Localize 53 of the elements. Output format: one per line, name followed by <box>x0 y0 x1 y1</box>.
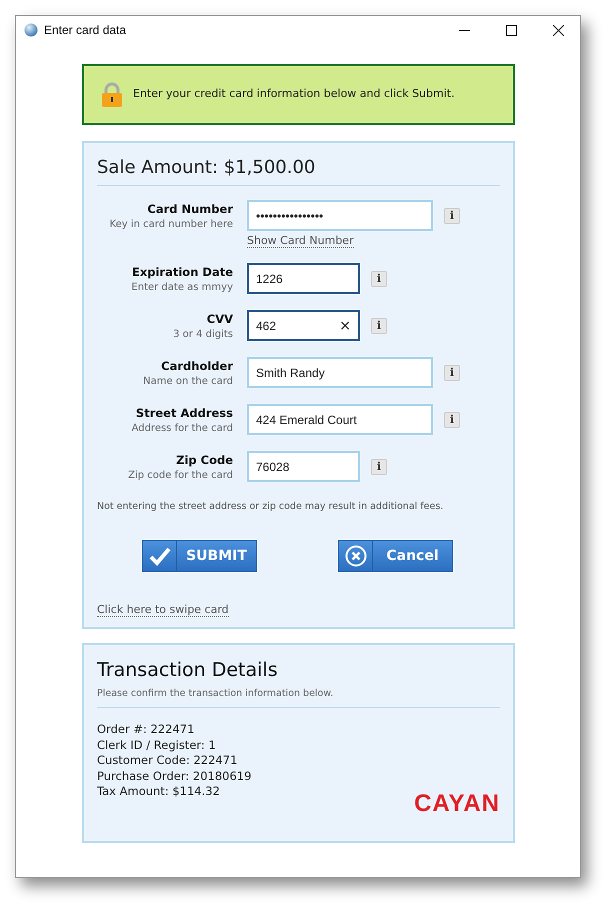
transaction-line: Order #: 222471 <box>97 722 196 738</box>
transaction-line: Clerk ID / Register: 1 <box>97 738 217 754</box>
banner-text: Enter your credit card information below and click Submit. <box>133 86 455 102</box>
close-circle-icon <box>344 545 366 568</box>
maximize-icon[interactable] <box>506 24 517 36</box>
field-label: CVV <box>206 311 233 327</box>
field-hint: Key in card number here <box>110 218 233 232</box>
cancel-button[interactable]: Cancel <box>338 540 453 572</box>
field-value: •••••••••••••••• <box>256 208 324 224</box>
info-button[interactable]: i <box>444 208 460 224</box>
text-field[interactable]: 424 Emerald Court <box>247 404 433 435</box>
field-label: Expiration Date <box>132 264 233 280</box>
transaction-title: Transaction Details <box>97 658 279 683</box>
field-label: Zip Code <box>176 452 233 468</box>
info-button[interactable]: i <box>444 364 460 380</box>
field-hint: Address for the card <box>132 422 233 436</box>
field-value: 76028 <box>256 458 290 476</box>
field-hint: Name on the card <box>143 375 233 389</box>
cayan-logo: CAYAN <box>414 792 500 816</box>
field-value: 1226 <box>256 270 284 288</box>
field-value: 462 <box>256 318 278 334</box>
info-button[interactable]: i <box>371 458 387 474</box>
info-button[interactable]: i <box>444 412 460 428</box>
field-hint: Enter date as mmyy <box>131 281 233 295</box>
field-value: Smith Randy <box>256 364 326 382</box>
window-title: Enter card data <box>44 22 126 39</box>
fees-note: Not entering the street address or zip code may result in additional fees. <box>97 500 444 514</box>
field-value: 424 Emerald Court <box>256 412 358 428</box>
info-button[interactable]: i <box>371 270 387 286</box>
text-field[interactable]: 76028 <box>247 451 360 482</box>
show-card-number-link[interactable]: Show Card Number <box>247 234 354 248</box>
transaction-line: Purchase Order: 20180619 <box>97 768 252 784</box>
field-label: Card Number <box>147 201 233 217</box>
globe-icon <box>24 23 38 37</box>
clear-button[interactable]: × <box>339 318 351 332</box>
text-field[interactable]: •••••••••••••••• <box>247 200 433 231</box>
transaction-line: Customer Code: 222471 <box>97 753 238 769</box>
field-hint: Zip code for the card <box>128 469 233 483</box>
checkmark-icon <box>148 546 170 566</box>
transaction-line: Tax Amount: $114.32 <box>97 784 221 800</box>
text-field[interactable]: 462 × <box>247 310 360 341</box>
close-icon[interactable] <box>553 24 564 36</box>
field-hint: 3 or 4 digits <box>173 328 233 342</box>
field-label: Cardholder <box>161 358 233 374</box>
field-label: Street Address <box>136 405 233 421</box>
text-field[interactable]: 1226 <box>247 263 360 294</box>
submit-button[interactable]: SUBMIT <box>142 540 257 572</box>
padlock-icon <box>101 82 123 108</box>
text-field[interactable]: Smith Randy <box>247 357 433 388</box>
info-button[interactable]: i <box>371 318 387 334</box>
swipe-card-link[interactable]: Click here to swipe card <box>97 603 229 618</box>
transaction-subtitle: Please confirm the transaction information below. <box>97 687 334 701</box>
sale-amount-title: Sale Amount: $1,500.00 <box>97 156 316 180</box>
